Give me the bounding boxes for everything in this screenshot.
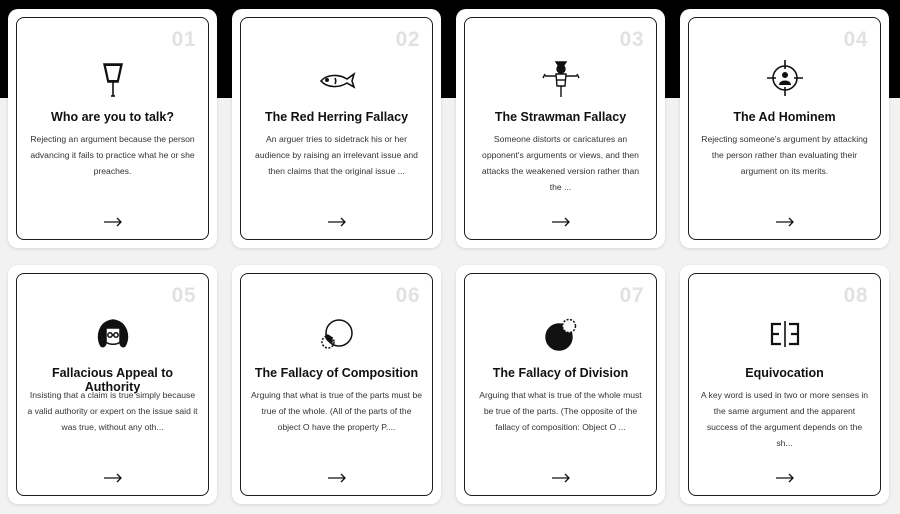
- card-number: 07: [619, 284, 644, 307]
- card-title: Equivocation: [745, 366, 824, 380]
- judge-wig-icon: [91, 312, 135, 356]
- card-number: 02: [395, 28, 420, 51]
- arrow-right-icon[interactable]: [327, 471, 347, 483]
- fallacy-card-01[interactable]: 01 Who are you to talk? Rejecting an arg…: [16, 17, 209, 240]
- card-container: 03 The Strawman Fallacy Someone distorts…: [456, 9, 665, 248]
- card-title: The Strawman Fallacy: [494, 110, 627, 124]
- card-container: 07 The Fallacy of Division Arguing that …: [456, 265, 665, 504]
- card-description: An arguer tries to sidetrack his or her …: [255, 134, 418, 176]
- card-container: 08 Equivocation A key word is used in tw…: [680, 265, 889, 504]
- card-description: Rejecting an argument because the person…: [30, 134, 195, 176]
- card-title: The Red Herring Fallacy: [264, 110, 409, 124]
- card-number: 04: [843, 28, 868, 51]
- fallacy-card-02[interactable]: 02 The Red Herring Fallacy An arguer tri…: [240, 17, 433, 240]
- mirrored-e-icon: [763, 312, 807, 356]
- card-title: The Ad Hominem: [733, 110, 836, 124]
- red-herring-fish-icon: [315, 56, 359, 100]
- card-number: 03: [619, 28, 644, 51]
- card-number: 01: [171, 28, 196, 51]
- fallacy-card-08[interactable]: 08 Equivocation A key word is used in tw…: [688, 273, 881, 496]
- arrow-right-icon[interactable]: [103, 471, 123, 483]
- card-description: Rejecting someone's argument by attackin…: [701, 134, 868, 176]
- fallacy-card-06[interactable]: 06 The Fallacy of Composition Arguing th…: [240, 273, 433, 496]
- card-description: Insisting that a claim is true simply be…: [27, 390, 198, 432]
- circle-parts-icon: [315, 312, 359, 356]
- card-description: Arguing that what is true of the parts m…: [251, 390, 423, 432]
- fallacy-card-07[interactable]: 07 The Fallacy of Division Arguing that …: [464, 273, 657, 496]
- whole-to-part-icon: [539, 312, 583, 356]
- arrow-right-icon[interactable]: [775, 215, 795, 227]
- arrow-right-icon[interactable]: [551, 471, 571, 483]
- card-container: 01 Who are you to talk? Rejecting an arg…: [8, 9, 217, 248]
- fallacy-card-04[interactable]: 04 The Ad Hominem Rejecting someone's ar…: [688, 17, 881, 240]
- arrow-right-icon[interactable]: [103, 215, 123, 227]
- card-description: Someone distorts or caricatures an oppon…: [481, 134, 640, 192]
- card-container: 02 The Red Herring Fallacy An arguer tri…: [232, 9, 441, 248]
- card-title: The Fallacy of Division: [492, 366, 629, 380]
- card-container: 04 The Ad Hominem Rejecting someone's ar…: [680, 9, 889, 248]
- arrow-right-icon[interactable]: [775, 471, 795, 483]
- card-description: Arguing that what is true of the whole m…: [479, 390, 642, 432]
- fallacy-card-05[interactable]: 05 Fallacious Appeal to Authority Insist…: [16, 273, 209, 496]
- card-container: 05 Fallacious Appeal to Authority Insist…: [8, 265, 217, 504]
- card-number: 06: [395, 284, 420, 307]
- card-number: 08: [843, 284, 868, 307]
- megaphone-icon: [91, 56, 135, 100]
- card-container: 06 The Fallacy of Composition Arguing th…: [232, 265, 441, 504]
- crosshair-person-icon: [763, 56, 807, 100]
- arrow-right-icon[interactable]: [327, 215, 347, 227]
- fallacy-card-03[interactable]: 03 The Strawman Fallacy Someone distorts…: [464, 17, 657, 240]
- card-number: 05: [171, 284, 196, 307]
- card-title: Who are you to talk?: [51, 110, 174, 124]
- arrow-right-icon[interactable]: [551, 215, 571, 227]
- scarecrow-icon: [539, 56, 583, 100]
- card-description: A key word is used in two or more senses…: [700, 390, 869, 448]
- card-title: The Fallacy of Composition: [254, 366, 419, 380]
